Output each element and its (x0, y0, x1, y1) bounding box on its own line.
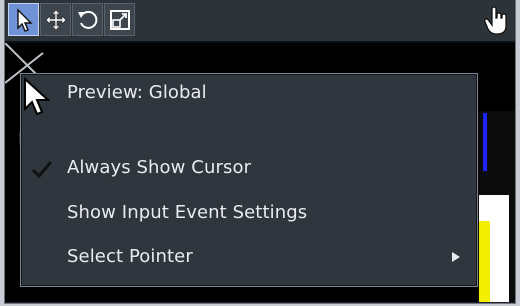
hand-pointer-icon (484, 6, 507, 35)
canvas-window: Preview: Global Always Show Cursor Show … (4, 0, 516, 304)
toolbar (5, 0, 515, 43)
menu-item-label: Preview: Global (67, 82, 207, 103)
checkmark-icon (31, 161, 53, 179)
menu-item-always-show-cursor[interactable]: Always Show Cursor (21, 149, 477, 187)
move-cross-icon (45, 9, 66, 30)
move-tool-button[interactable] (40, 3, 71, 36)
arrow-cursor-icon (16, 7, 33, 32)
menu-item-select-pointer[interactable]: Select Pointer (21, 238, 477, 276)
menu-item-show-input-event-settings[interactable]: Show Input Event Settings (21, 194, 477, 232)
scale-icon (109, 9, 130, 30)
menu-item-label: Select Pointer (67, 246, 193, 267)
select-tool-button[interactable] (8, 3, 39, 36)
preview-viewport[interactable]: Preview: Global Always Show Cursor Show … (5, 43, 515, 302)
hand-tool-button[interactable] (481, 4, 511, 38)
rotate-icon (77, 10, 97, 29)
menu-item-label: Always Show Cursor (67, 157, 252, 178)
rotate-tool-button[interactable] (72, 3, 103, 36)
scale-tool-button[interactable] (104, 3, 135, 36)
scope-blue-bar (483, 113, 487, 171)
menu-item-label: Show Input Event Settings (67, 202, 308, 223)
submenu-arrow-icon (452, 252, 460, 262)
mouse-cursor-icon (24, 77, 51, 116)
context-menu: Preview: Global Always Show Cursor Show … (20, 73, 478, 287)
menu-item-preview-global[interactable]: Preview: Global (21, 74, 477, 112)
waveform-monitor (477, 111, 515, 302)
scope-yellow-bar (479, 221, 490, 302)
